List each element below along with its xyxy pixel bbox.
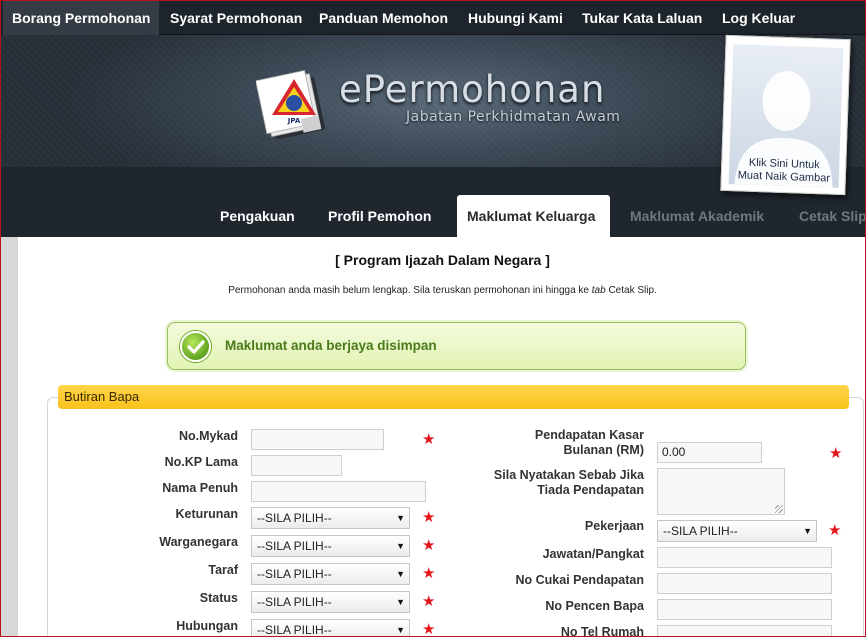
required-marker: ★ [829, 445, 843, 462]
success-message: Maklumat anda berjaya disimpan [225, 338, 437, 353]
nav-panduan-memohon[interactable]: Panduan Memohon [319, 1, 448, 35]
logo-jpa-text: JPA [287, 117, 301, 125]
status-label: Status [199, 591, 238, 605]
brand-subtitle: Jabatan Perkhidmatan Awam [406, 109, 621, 125]
nama-penuh-label: Nama Penuh [162, 481, 238, 495]
pendapatan-label: Pendapatan Kasar Bulanan (RM) [534, 428, 644, 457]
required-marker: ★ [422, 593, 436, 610]
jawatan-label: Jawatan/Pangkat [542, 547, 644, 561]
chevron-down-icon: ▼ [396, 569, 405, 579]
chevron-down-icon: ▼ [396, 597, 405, 607]
panel-title: Butiran Bapa [58, 385, 849, 409]
mykad-label: No.Mykad [178, 429, 238, 443]
tab-maklumat-keluarga[interactable]: Maklumat Keluarga [457, 195, 610, 237]
cukai-label: No Cukai Pendapatan [515, 573, 645, 587]
jpa-logo-icon: JPA [256, 69, 326, 139]
sebab-textarea[interactable] [657, 468, 785, 515]
chevron-down-icon: ▼ [396, 541, 405, 551]
tel-rumah-label: No Tel Rumah [560, 625, 644, 637]
resize-grip-icon[interactable] [775, 505, 783, 513]
tel-rumah-input[interactable] [657, 625, 832, 636]
status-select[interactable]: --SILA PILIH-- ▼ [251, 591, 410, 613]
required-marker: ★ [828, 522, 842, 539]
left-gutter [1, 237, 18, 636]
keturunan-select[interactable]: --SILA PILIH-- ▼ [251, 507, 410, 529]
checkmark-icon [180, 331, 211, 362]
chevron-down-icon: ▼ [396, 513, 405, 523]
browser-frame: Borang Permohonan Syarat Permohonan Pand… [0, 0, 866, 637]
warganegara-select[interactable]: --SILA PILIH-- ▼ [251, 535, 410, 557]
sebab-label: Sila Nyatakan Sebab Jika Tiada Pendapata… [493, 468, 644, 497]
nav-hubungi-kami[interactable]: Hubungi Kami [468, 1, 563, 35]
mykad-input[interactable] [251, 429, 384, 450]
required-marker: ★ [422, 431, 436, 448]
nama-penuh-input[interactable] [251, 481, 426, 502]
tab-maklumat-akademik: Maklumat Akademik [630, 208, 765, 224]
tab-profil-pemohon[interactable]: Profil Pemohon [328, 195, 431, 237]
required-marker: ★ [422, 565, 436, 582]
nav-borang-permohonan[interactable]: Borang Permohonan [3, 1, 160, 35]
pendapatan-input[interactable]: 0.00 [657, 442, 762, 463]
avatar-placeholder: Klik Sini Untuk Muat Naik Gambar [728, 44, 844, 188]
keturunan-label: Keturunan [175, 507, 239, 521]
kp-lama-label: No.KP Lama [164, 455, 238, 469]
jawatan-input[interactable] [657, 547, 832, 568]
cukai-input[interactable] [657, 573, 832, 594]
nav-syarat-permohonan[interactable]: Syarat Permohonan [170, 1, 302, 35]
taraf-select[interactable]: --SILA PILIH-- ▼ [251, 563, 410, 585]
kp-lama-input[interactable] [251, 455, 342, 476]
warganegara-label: Warganegara [159, 535, 238, 549]
taraf-label: Taraf [208, 563, 238, 577]
pencen-label: No Pencen Bapa [545, 599, 644, 613]
hubungan-label: Hubungan [176, 619, 238, 633]
tab-cetak-slip: Cetak Slip [799, 208, 866, 224]
incomplete-notice: Permohonan anda masih belum lengkap. Sil… [228, 285, 657, 296]
required-marker: ★ [422, 509, 436, 526]
pekerjaan-label: Pekerjaan [584, 519, 644, 533]
required-marker: ★ [422, 621, 436, 637]
success-alert: Maklumat anda berjaya disimpan [167, 322, 746, 370]
upload-caption: Klik Sini Untuk Muat Naik Gambar [737, 156, 831, 185]
pekerjaan-select[interactable]: --SILA PILIH-- ▼ [657, 520, 817, 542]
chevron-down-icon: ▼ [803, 526, 812, 536]
required-marker: ★ [422, 537, 436, 554]
main-content: [ Program Ijazah Dalam Negara ] Permohon… [18, 237, 865, 637]
chevron-down-icon: ▼ [396, 625, 405, 635]
nav-tukar-kata-laluan[interactable]: Tukar Kata Laluan [582, 1, 702, 35]
nav-log-keluar[interactable]: Log Keluar [722, 1, 795, 35]
hubungan-select[interactable]: --SILA PILIH-- ▼ [251, 619, 410, 636]
upload-photo-card[interactable]: Klik Sini Untuk Muat Naik Gambar [720, 34, 851, 196]
top-nav: Borang Permohonan Syarat Permohonan Pand… [1, 1, 865, 35]
program-title: [ Program Ijazah Dalam Negara ] [335, 252, 550, 268]
tab-pengakuan[interactable]: Pengakuan [220, 195, 295, 237]
brand-name: ePermohonan [339, 68, 606, 111]
pencen-input[interactable] [657, 599, 832, 620]
